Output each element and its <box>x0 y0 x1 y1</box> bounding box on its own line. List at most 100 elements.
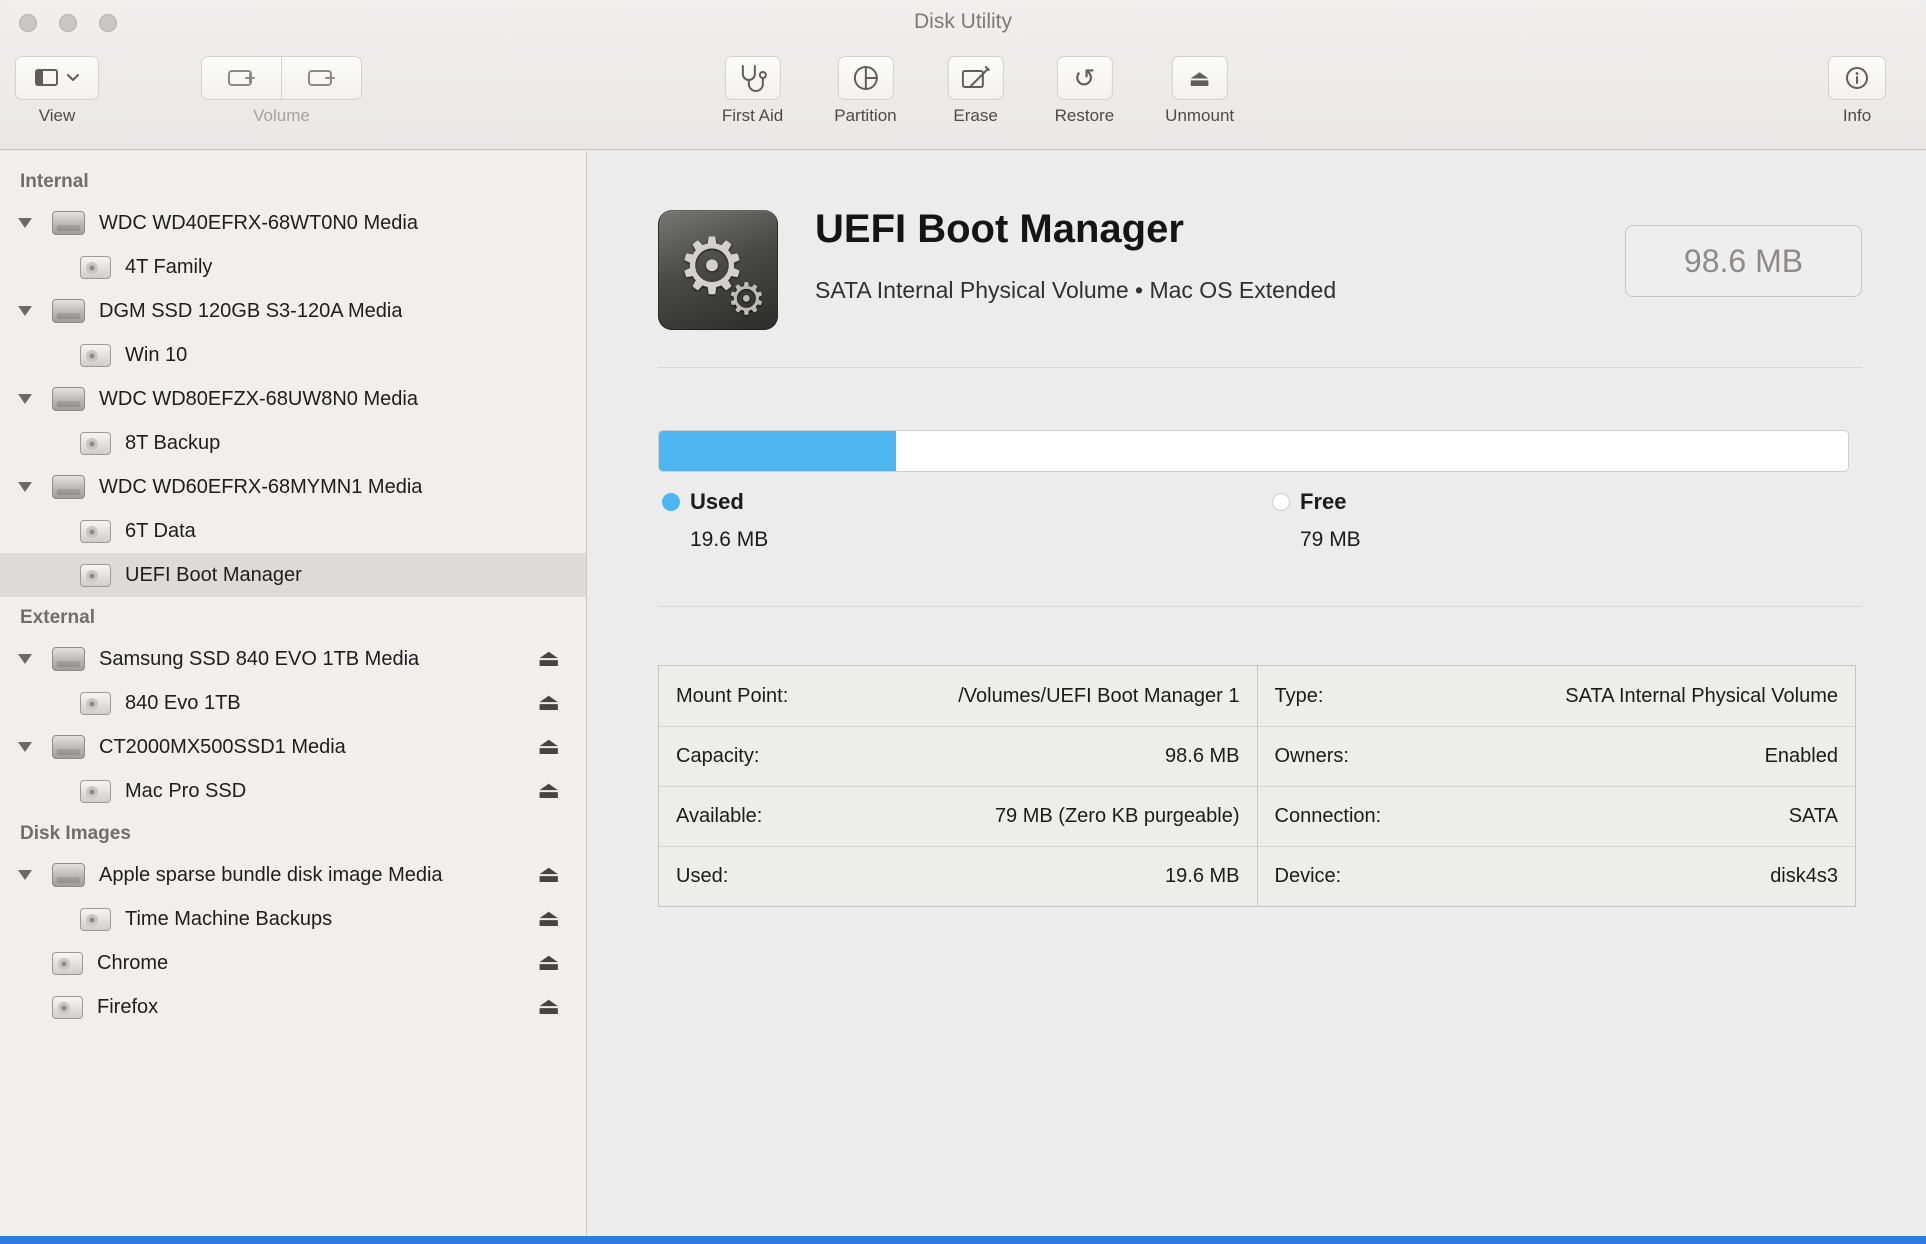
eject-icon[interactable]: ⏏ <box>537 647 560 671</box>
restore-label: Restore <box>1055 106 1115 126</box>
mount-point-value: /Volumes/UEFI Boot Manager 1 <box>958 685 1239 708</box>
sidebar-item-ct2000[interactable]: CT2000MX500SSD1 Media ⏏ <box>0 725 586 769</box>
sidebar: Internal WDC WD40EFRX-68WT0N0 Media 4T F… <box>0 151 587 1244</box>
table-row: Mount Point: /Volumes/UEFI Boot Manager … <box>659 666 1257 726</box>
volume-title: UEFI Boot Manager <box>815 207 1184 252</box>
sidebar-item-label: Chrome <box>97 952 168 975</box>
volume-icon <box>80 780 111 803</box>
used-label: Used <box>690 489 768 515</box>
remove-volume-button[interactable] <box>281 56 362 100</box>
owners-value: Enabled <box>1765 745 1838 768</box>
sidebar-view-icon <box>35 69 59 87</box>
free-label: Free <box>1300 489 1361 515</box>
view-button[interactable] <box>15 56 99 100</box>
sidebar-item-8t-backup[interactable]: 8T Backup <box>0 421 586 465</box>
device-value: disk4s3 <box>1770 865 1838 888</box>
partition-button[interactable] <box>837 56 893 100</box>
table-row: Capacity: 98.6 MB <box>659 726 1257 786</box>
partition-icon <box>852 65 878 91</box>
restore-item: ↺ Restore <box>1055 56 1115 126</box>
table-row: Owners: Enabled <box>1258 726 1856 786</box>
sidebar-item-label: DGM SSD 120GB S3-120A Media <box>99 300 402 323</box>
sidebar-item-apple-sparse-bundle[interactable]: Apple sparse bundle disk image Media ⏏ <box>0 853 586 897</box>
sidebar-item-label: Win 10 <box>125 344 187 367</box>
sidebar-item-label: Time Machine Backups <box>125 908 332 931</box>
disk-icon <box>52 475 85 499</box>
unmount-eject-icon: ⏏ <box>1189 67 1211 90</box>
sidebar-item-4t-family[interactable]: 4T Family <box>0 245 586 289</box>
sidebar-item-time-machine-backups[interactable]: Time Machine Backups ⏏ <box>0 897 586 941</box>
sidebar-item-wdc-wd80[interactable]: WDC WD80EFZX-68UW8N0 Media <box>0 377 586 421</box>
disclosure-triangle-icon[interactable] <box>18 394 32 404</box>
size-badge: 98.6 MB <box>1625 225 1862 297</box>
divider <box>658 606 1862 607</box>
type-value: SATA Internal Physical Volume <box>1565 685 1838 708</box>
volume-icon <box>80 908 111 931</box>
volume-icon <box>80 520 111 543</box>
unmount-button[interactable]: ⏏ <box>1172 56 1228 100</box>
volume-icon <box>80 344 111 367</box>
section-title-external: External <box>0 597 586 637</box>
volume-subtitle: SATA Internal Physical Volume • Mac OS E… <box>815 277 1336 304</box>
add-volume-button[interactable] <box>201 56 282 100</box>
disk-icon <box>52 735 85 759</box>
eject-icon[interactable]: ⏏ <box>537 691 560 715</box>
legend-free: Free 79 MB <box>1272 489 1361 552</box>
type-label: Type: <box>1275 685 1324 708</box>
sidebar-item-wdc-wd60[interactable]: WDC WD60EFRX-68MYMN1 Media <box>0 465 586 509</box>
sidebar-item-6t-data[interactable]: 6T Data <box>0 509 586 553</box>
disclosure-triangle-icon[interactable] <box>18 870 32 880</box>
legend-used: Used 19.6 MB <box>662 489 768 552</box>
first-aid-button[interactable] <box>725 56 781 100</box>
eject-icon[interactable]: ⏏ <box>537 951 560 975</box>
disclosure-triangle-icon[interactable] <box>18 742 32 752</box>
restore-button[interactable]: ↺ <box>1056 56 1112 100</box>
erase-icon <box>962 66 990 90</box>
disclosure-triangle-icon[interactable] <box>18 482 32 492</box>
disclosure-triangle-icon[interactable] <box>18 306 32 316</box>
volume-label: Volume <box>253 106 310 126</box>
sidebar-item-840-evo[interactable]: 840 Evo 1TB ⏏ <box>0 681 586 725</box>
capacity-value: 98.6 MB <box>1165 745 1239 768</box>
eject-icon[interactable]: ⏏ <box>537 995 560 1019</box>
sidebar-item-dgm-ssd[interactable]: DGM SSD 120GB S3-120A Media <box>0 289 586 333</box>
sidebar-item-label: 4T Family <box>125 256 212 279</box>
sidebar-item-win-10[interactable]: Win 10 <box>0 333 586 377</box>
sidebar-item-label: 6T Data <box>125 520 196 543</box>
disclosure-triangle-icon[interactable] <box>18 654 32 664</box>
disclosure-triangle-icon[interactable] <box>18 218 32 228</box>
erase-button[interactable] <box>948 56 1004 100</box>
info-icon <box>1844 65 1870 91</box>
connection-value: SATA <box>1789 805 1838 828</box>
sidebar-item-wdc-wd40[interactable]: WDC WD40EFRX-68WT0N0 Media <box>0 201 586 245</box>
sidebar-item-label: 8T Backup <box>125 432 220 455</box>
used-dot <box>662 493 680 511</box>
usage-bar-used <box>659 431 896 471</box>
info-label: Info <box>1843 106 1871 126</box>
connection-label: Connection: <box>1275 805 1382 828</box>
sidebar-item-firefox[interactable]: Firefox ⏏ <box>0 985 586 1029</box>
eject-icon[interactable]: ⏏ <box>537 779 560 803</box>
info-button[interactable] <box>1828 56 1886 100</box>
restore-icon: ↺ <box>1073 65 1095 91</box>
main-content: ⚙ ⚙ UEFI Boot Manager SATA Internal Phys… <box>588 151 1926 1244</box>
sidebar-item-mac-pro-ssd[interactable]: Mac Pro SSD ⏏ <box>0 769 586 813</box>
used-value: 19.6 MB <box>690 528 768 552</box>
first-aid-item: First Aid <box>722 56 783 126</box>
sidebar-item-label: Firefox <box>97 996 158 1019</box>
sidebar-item-label: WDC WD40EFRX-68WT0N0 Media <box>99 212 418 235</box>
sidebar-item-samsung-ssd[interactable]: Samsung SSD 840 EVO 1TB Media ⏏ <box>0 637 586 681</box>
table-row: Connection: SATA <box>1258 786 1856 846</box>
eject-icon[interactable]: ⏏ <box>537 735 560 759</box>
sidebar-item-chrome[interactable]: Chrome ⏏ <box>0 941 586 985</box>
eject-icon[interactable]: ⏏ <box>537 907 560 931</box>
eject-icon[interactable]: ⏏ <box>537 863 560 887</box>
erase-item: Erase <box>948 56 1004 126</box>
available-label: Available: <box>676 805 762 828</box>
free-dot <box>1272 493 1290 511</box>
sidebar-item-label: WDC WD80EFZX-68UW8N0 Media <box>99 388 418 411</box>
sidebar-item-uefi-boot-manager[interactable]: UEFI Boot Manager <box>0 553 586 597</box>
sidebar-item-label: Apple sparse bundle disk image Media <box>99 864 443 887</box>
window-title: Disk Utility <box>0 10 1926 34</box>
disk-icon <box>52 211 85 235</box>
